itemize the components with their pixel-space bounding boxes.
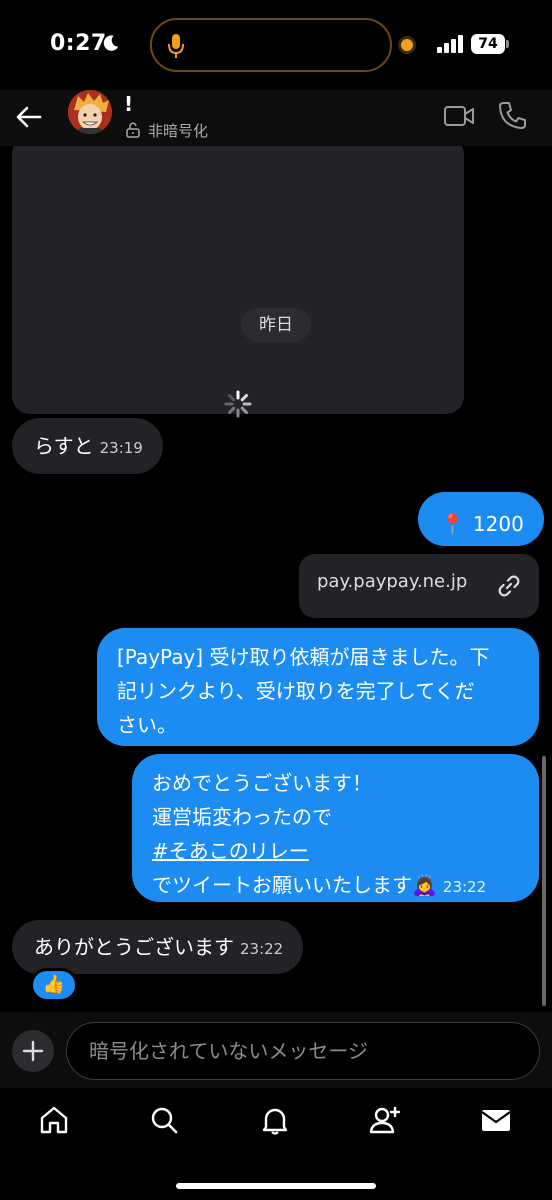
phone-icon[interactable] [498, 100, 526, 130]
video-icon[interactable] [443, 104, 475, 128]
avatar[interactable] [68, 90, 112, 134]
status-time: 0:27 [50, 31, 107, 56]
lock-icon [126, 122, 140, 138]
mic-indicator-dot [398, 36, 416, 54]
reaction-badge[interactable]: 👍 [30, 968, 78, 1002]
microphone-icon [168, 34, 184, 58]
message-outgoing[interactable]: おめでとうございます！ 運営垢変わったので #そあこのリレー でツイートお願いい… [132, 754, 539, 902]
battery-tip [506, 40, 509, 48]
pin-emoji: 📍 [440, 512, 465, 536]
dynamic-island [150, 18, 392, 72]
link-icon [498, 575, 520, 597]
moon-icon [103, 35, 119, 51]
back-arrow-icon[interactable] [14, 102, 44, 132]
avatar-image [68, 90, 112, 134]
message-time: 23:19 [99, 439, 143, 457]
message-text: らすと [34, 434, 94, 458]
message-outgoing[interactable]: [PayPay] 受け取り依頼が届きました。下 記リンクより、受け取りを完了して… [97, 628, 539, 746]
add-person-icon[interactable] [369, 1104, 401, 1136]
message-outgoing[interactable]: 📍 1200 [418, 492, 544, 546]
message-incoming[interactable]: らすと 23:19 [12, 418, 163, 474]
status-bar: 0:27 74 [0, 0, 552, 90]
link-url: pay.paypay.ne.jp [317, 571, 468, 592]
hashtag-link[interactable]: #そあこのリレー [152, 839, 309, 863]
message-time: 23:22 [442, 878, 487, 896]
add-attachment-button[interactable] [12, 1030, 54, 1072]
message-line: 運営垢変わったので [152, 805, 332, 829]
message-time: 23:22 [240, 940, 284, 958]
link-preview[interactable]: pay.paypay.ne.jp [299, 554, 539, 618]
home-indicator [176, 1183, 376, 1189]
loading-spinner-icon [224, 390, 252, 418]
home-icon[interactable] [38, 1104, 70, 1136]
plus-icon [22, 1040, 44, 1062]
bell-icon[interactable] [259, 1104, 291, 1136]
battery-level: 74 [471, 34, 505, 54]
cellular-signal-icon [437, 35, 463, 53]
message-line: でツイートお願いいたします🙇‍♀️ [152, 873, 437, 897]
message-text: 1200 [472, 512, 524, 536]
contact-name: ! [124, 92, 134, 116]
scrollbar[interactable] [542, 756, 546, 1006]
message-incoming[interactable]: ありがとうございます 23:22 [12, 920, 304, 974]
message-line: さい。 [117, 713, 177, 737]
encryption-status: 非暗号化 [148, 122, 209, 140]
message-input[interactable] [66, 1022, 540, 1080]
chat-header: ! 非暗号化 [0, 90, 552, 146]
message-line: [PayPay] 受け取り依頼が届きました。下 [117, 645, 490, 669]
bottom-navigation [0, 1088, 552, 1200]
media-attachment[interactable] [12, 146, 464, 414]
mail-icon[interactable] [480, 1104, 512, 1136]
message-text: ありがとうございます [34, 935, 234, 959]
date-separator: 昨日 [241, 308, 311, 342]
composer [0, 1012, 552, 1088]
message-line: 記リンクより、受け取りを完了してくだ [117, 679, 475, 703]
message-line: おめでとうございます！ [152, 771, 372, 795]
search-icon[interactable] [148, 1104, 180, 1136]
